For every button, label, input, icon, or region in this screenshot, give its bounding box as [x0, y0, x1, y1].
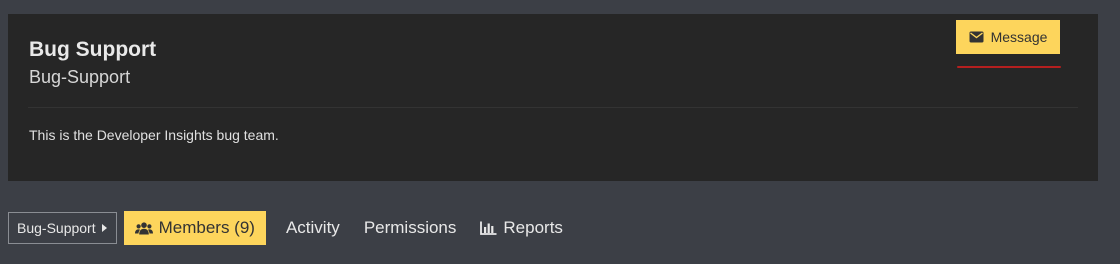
tab-activity[interactable]: Activity: [274, 211, 352, 245]
breadcrumb-label: Bug-Support: [17, 220, 96, 236]
bar-chart-icon: [480, 221, 497, 235]
message-button-underline: [957, 66, 1061, 68]
tab-permissions[interactable]: Permissions: [352, 211, 469, 245]
tab-permissions-label: Permissions: [363, 218, 457, 237]
group-title: Bug Support: [29, 38, 157, 61]
tab-members-label: Members (9): [158, 218, 255, 237]
users-icon: [134, 221, 153, 235]
divider: [28, 107, 1078, 108]
tab-activity-label: Activity: [285, 218, 340, 237]
group-handle: Bug-Support: [29, 67, 131, 87]
tab-reports[interactable]: Reports: [468, 211, 575, 245]
message-button-label: Message: [990, 29, 1048, 45]
breadcrumb-dropdown[interactable]: Bug-Support: [8, 212, 117, 244]
group-nav: Bug-Support Members (9) Activity Permiss…: [8, 210, 575, 246]
envelope-icon: [969, 31, 984, 43]
group-description: This is the Developer Insights bug team.: [29, 127, 279, 143]
group-header-card: Bug Support Bug-Support This is the Deve…: [8, 14, 1098, 181]
tab-reports-label: Reports: [503, 218, 563, 237]
tab-members[interactable]: Members (9): [123, 211, 266, 245]
caret-right-icon: [101, 224, 107, 232]
message-button[interactable]: Message: [956, 20, 1060, 54]
